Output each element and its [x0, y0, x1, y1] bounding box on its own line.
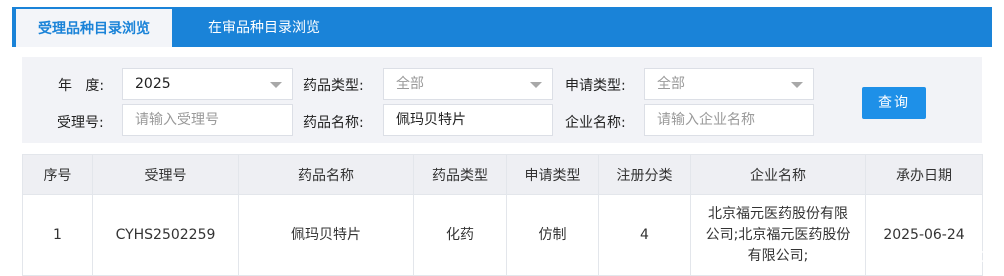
cell-drug-name: 佩玛贝特片: [238, 194, 414, 276]
accept-no-input[interactable]: 请输入受理号: [122, 104, 293, 136]
table-row: 1 CYHS2502259 佩玛贝特片 化药 仿制 4 北京福元医药股份有限公司…: [22, 194, 983, 276]
drug-type-label: 药品类型:: [303, 78, 364, 94]
col-header-date: 承办日期: [865, 154, 983, 195]
cell-reg-class: 4: [598, 194, 691, 276]
tab-bar: 受理品种目录浏览 在审品种目录浏览: [12, 7, 992, 47]
drug-name-input[interactable]: 佩玛贝特片: [383, 104, 553, 136]
col-header-apply-type: 申请类型: [506, 154, 599, 195]
cell-company: 北京福元医药股份有限公司;北京福元医药股份有限公司;: [690, 194, 866, 276]
col-header-accept-no: 受理号: [92, 154, 239, 195]
year-select[interactable]: 2025: [122, 68, 293, 100]
drug-name-label: 药品名称:: [303, 115, 364, 131]
query-button[interactable]: 查询: [862, 87, 926, 119]
col-header-drug-type: 药品类型: [413, 154, 507, 195]
results-table: 序号 受理号 药品名称 药品类型 申请类型 注册分类 企业名称 承办日期 1 C…: [22, 154, 983, 276]
col-header-company: 企业名称: [690, 154, 866, 195]
watermark-text: 格隆汇: [950, 250, 987, 264]
tab-accepted-catalog[interactable]: 受理品种目录浏览: [16, 9, 172, 47]
chevron-down-icon: [530, 82, 542, 88]
chevron-down-icon: [791, 82, 803, 88]
col-header-drug-name: 药品名称: [238, 154, 414, 195]
col-header-index: 序号: [22, 154, 93, 195]
cell-accept-no: CYHS2502259: [92, 194, 239, 276]
chevron-down-icon: [270, 82, 282, 88]
accept-no-label: 受理号:: [57, 115, 104, 131]
company-input[interactable]: 请输入企业名称: [644, 104, 814, 136]
year-label: 年 度:: [58, 78, 105, 94]
table-header-row: 序号 受理号 药品名称 药品类型 申请类型 注册分类 企业名称 承办日期: [22, 154, 983, 195]
watermark: G 格隆汇: [926, 244, 998, 270]
gelonghui-logo-icon: G: [926, 246, 946, 266]
apply-type-label: 申请类型:: [565, 78, 626, 94]
drug-type-select[interactable]: 全部: [383, 68, 553, 100]
cell-drug-type: 化药: [413, 194, 507, 276]
company-label: 企业名称:: [565, 115, 626, 131]
cell-apply-type: 仿制: [506, 194, 599, 276]
col-header-reg-class: 注册分类: [598, 154, 691, 195]
cell-index: 1: [22, 194, 93, 276]
apply-type-select[interactable]: 全部: [644, 68, 814, 100]
tab-under-review-catalog[interactable]: 在审品种目录浏览: [176, 7, 352, 47]
